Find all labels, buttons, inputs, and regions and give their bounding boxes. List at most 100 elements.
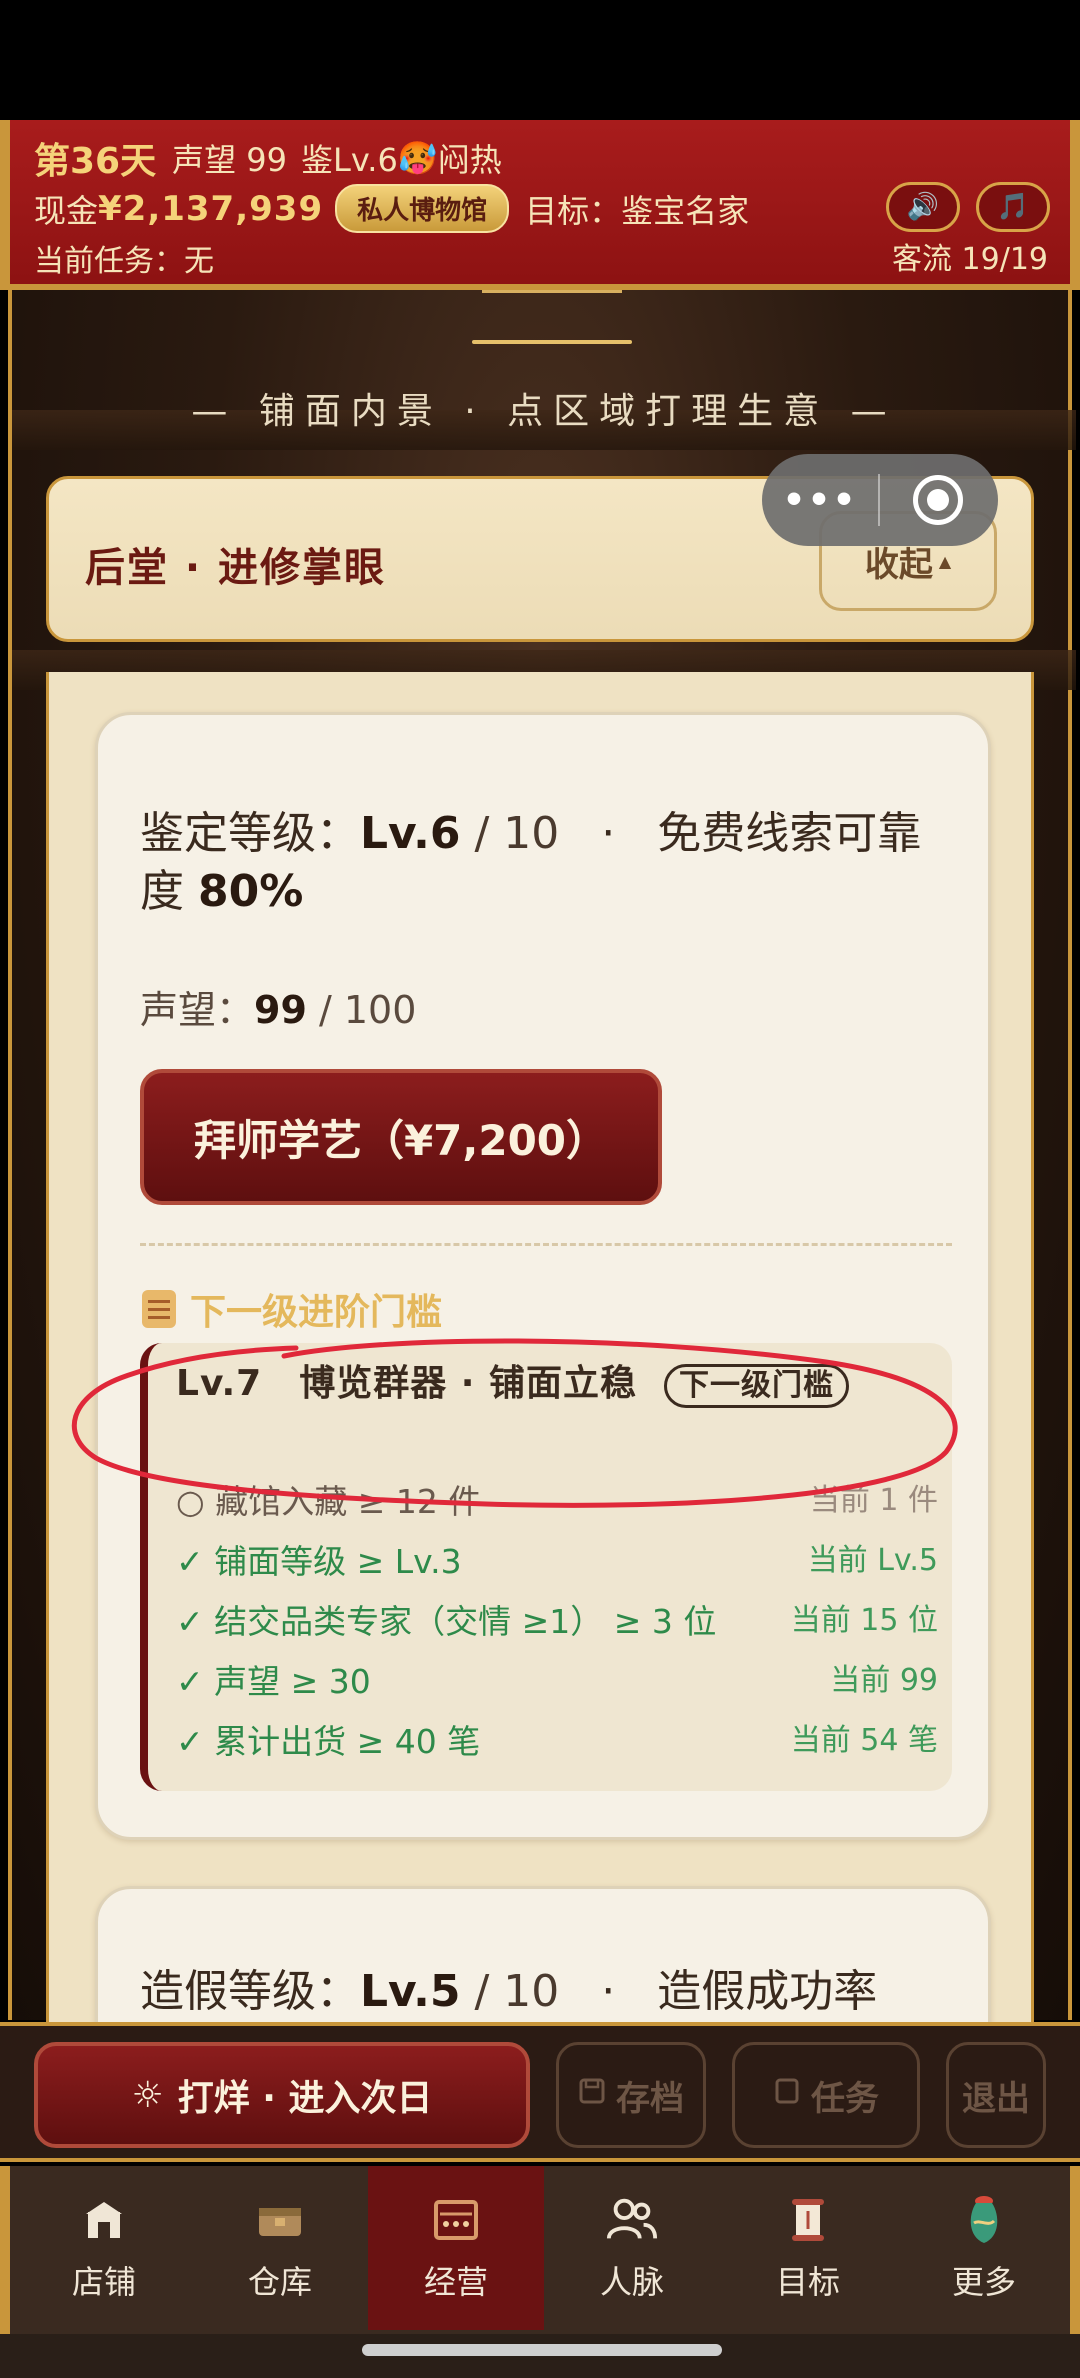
- goal-text: 目标：鉴宝名家: [525, 191, 750, 230]
- reputation-label: 声望：: [140, 988, 255, 1032]
- forgery-level-line: 造假等级：Lv.5 / 10 · 造假成功率: [140, 1963, 960, 2021]
- nav-label: 人脉: [599, 2263, 664, 2301]
- forgery-level-value: Lv.5: [360, 1966, 461, 2017]
- nav-item-more[interactable]: 更多: [896, 2166, 1072, 2330]
- speaker-icon: 🔊: [906, 192, 940, 222]
- weather-icon: 🥵: [397, 139, 438, 177]
- museum-badge: 私人博物馆: [335, 184, 510, 233]
- condition-row: ✓ 铺面等级 ≥ Lv.3 当前 Lv.5: [176, 1535, 938, 1583]
- condition-row: ✓ 结交品类专家（交情 ≥1） ≥ 3 位 当前 15 位: [176, 1595, 938, 1643]
- scene-divider: [472, 340, 632, 344]
- condition-current: 当前 Lv.5: [807, 1543, 938, 1578]
- current-task: 当前任务：无: [34, 244, 214, 279]
- weather-text: 闷热: [437, 141, 502, 179]
- close-shop-next-day-button[interactable]: ☼ 打烊 · 进入次日: [34, 2042, 530, 2148]
- close-miniprogram-button[interactable]: [880, 475, 996, 525]
- next-threshold-title: 下一级进阶门槛: [190, 1292, 443, 1333]
- forgery-level-label: 造假等级：: [140, 1966, 360, 2017]
- next-day-label: 打烊 · 进入次日: [177, 2078, 433, 2119]
- appraisal-level-line: 鉴定等级：Lv.6 / 10 · 免费线索可靠度 80%: [140, 805, 960, 921]
- more-options-button[interactable]: •••: [762, 480, 878, 521]
- condition-current: 当前 99: [830, 1663, 938, 1698]
- game-header: 第36天 声望 99 鉴Lv.6 🥵 闷热 现金 ¥2,137,939 私人博物…: [0, 120, 1080, 290]
- task-button[interactable]: 任务: [732, 2042, 920, 2148]
- music-button[interactable]: 🎵: [976, 182, 1050, 232]
- reputation-stat: 声望 99: [172, 141, 288, 179]
- status-bar-area: [0, 0, 1080, 120]
- appraisal-card: 鉴定等级：Lv.6 / 10 · 免费线索可靠度 80% 声望：99 / 100…: [95, 712, 991, 1840]
- condition-text: 藏馆入藏 ≥ 12 件: [215, 1482, 482, 1521]
- next-threshold-heading: 下一级进阶门槛: [142, 1283, 442, 1335]
- scene-decoration: [482, 290, 622, 293]
- nav-label: 更多: [951, 2263, 1016, 2301]
- day-counter: 第36天: [34, 141, 157, 182]
- vase-icon: [957, 2193, 1011, 2247]
- threshold-level-title: Lv.7 博览群器 · 铺面立稳: [176, 1363, 637, 1404]
- task-label: 任务: [811, 2078, 879, 2119]
- nav-item-warehouse[interactable]: 仓库: [192, 2166, 368, 2330]
- next-threshold-badge: 下一级门槛: [664, 1364, 850, 1408]
- appraisal-level-max: / 10: [460, 808, 560, 859]
- chevron-up-icon: ▲: [938, 551, 952, 571]
- sun-icon: ☼: [131, 2074, 164, 2116]
- nav-item-shop[interactable]: 店铺: [16, 2166, 192, 2330]
- nav-label: 经营: [423, 2263, 488, 2301]
- appraisal-level-value: Lv.6: [360, 808, 461, 859]
- check-icon: ✓: [176, 1542, 204, 1581]
- condition-row: ✓ 声望 ≥ 30 当前 99: [176, 1655, 938, 1703]
- condition-text: 结交品类专家（交情 ≥1） ≥ 3 位: [214, 1602, 717, 1641]
- music-note-icon: 🎵: [996, 192, 1030, 222]
- cash-amount: ¥2,137,939: [98, 188, 324, 229]
- scroll-icon: [142, 1290, 176, 1328]
- sound-button[interactable]: 🔊: [886, 182, 960, 232]
- apprentice-button[interactable]: 拜师学艺（¥7,200）: [140, 1069, 662, 1205]
- header-cash-row: 现金 ¥2,137,939 私人博物馆 目标：鉴宝名家: [34, 184, 749, 233]
- nav-label: 仓库: [247, 2263, 312, 2301]
- reputation-line: 声望：99 / 100: [140, 979, 416, 1034]
- training-panel: 鉴定等级：Lv.6 / 10 · 免费线索可靠度 80% 声望：99 / 100…: [46, 672, 1034, 2022]
- task-icon: [773, 2077, 801, 2113]
- check-icon: ✓: [176, 1722, 204, 1761]
- condition-text: 声望 ≥ 30: [214, 1662, 371, 1701]
- condition-text: 铺面等级 ≥ Lv.3: [214, 1542, 462, 1581]
- forgery-level-max: / 10: [460, 1966, 560, 2017]
- appraisal-level-stat: 鉴Lv.6: [301, 141, 398, 179]
- dashed-divider: [140, 1243, 952, 1246]
- home-bar-area: [0, 2334, 1080, 2378]
- separator-dot: ·: [601, 808, 616, 859]
- action-bar: ☼ 打烊 · 进入次日 存档 任务 退出: [0, 2022, 1080, 2162]
- nav-item-business[interactable]: 经营: [368, 2166, 544, 2330]
- check-icon: ✓: [176, 1662, 204, 1701]
- check-icon: ✓: [176, 1602, 204, 1641]
- threshold-box: Lv.7 博览群器 · 铺面立稳 下一级门槛 ○ 藏馆入藏 ≥ 12 件 当前 …: [140, 1343, 952, 1791]
- forgery-card: 造假等级：Lv.5 / 10 · 造假成功率: [95, 1886, 991, 2022]
- people-icon: [605, 2193, 659, 2247]
- threshold-head: Lv.7 博览群器 · 铺面立稳 下一级门槛: [176, 1361, 936, 1408]
- condition-row: ○ 藏馆入藏 ≥ 12 件 当前 1 件: [176, 1475, 938, 1523]
- clue-reliability-value: 80%: [198, 866, 304, 917]
- nav-item-goals[interactable]: 目标: [720, 2166, 896, 2330]
- condition-row: ✓ 累计出货 ≥ 40 笔 当前 54 笔: [176, 1715, 938, 1763]
- cash-label: 现金: [34, 191, 99, 230]
- condition-current: 当前 54 笔: [790, 1723, 938, 1758]
- customer-traffic: 客流 19/19: [892, 242, 1048, 277]
- condition-current: 当前 15 位: [790, 1603, 938, 1638]
- exit-button[interactable]: 退出: [946, 2042, 1046, 2148]
- save-icon: [578, 2077, 606, 2113]
- save-button[interactable]: 存档: [556, 2042, 706, 2148]
- miniprogram-capsule: •••: [762, 454, 998, 546]
- nav-label: 店铺: [71, 2263, 136, 2301]
- appraisal-level-label: 鉴定等级：: [140, 808, 360, 859]
- home-indicator[interactable]: [362, 2344, 722, 2356]
- reputation-value: 99: [254, 988, 307, 1032]
- warehouse-icon: [253, 2193, 307, 2247]
- scene-title: — 铺面内景 · 点区域打理生意 —: [191, 391, 897, 432]
- condition-text: 累计出货 ≥ 40 笔: [214, 1722, 481, 1761]
- nav-label: 目标: [775, 2263, 840, 2301]
- header-stats-row: 第36天 声望 99 鉴Lv.6 🥵 闷热: [34, 132, 502, 184]
- condition-current: 当前 1 件: [809, 1483, 938, 1518]
- separator-dot: ·: [601, 1966, 616, 2017]
- save-label: 存档: [616, 2078, 684, 2119]
- unchecked-circle-icon: ○: [176, 1482, 205, 1521]
- nav-item-contacts[interactable]: 人脉: [544, 2166, 720, 2330]
